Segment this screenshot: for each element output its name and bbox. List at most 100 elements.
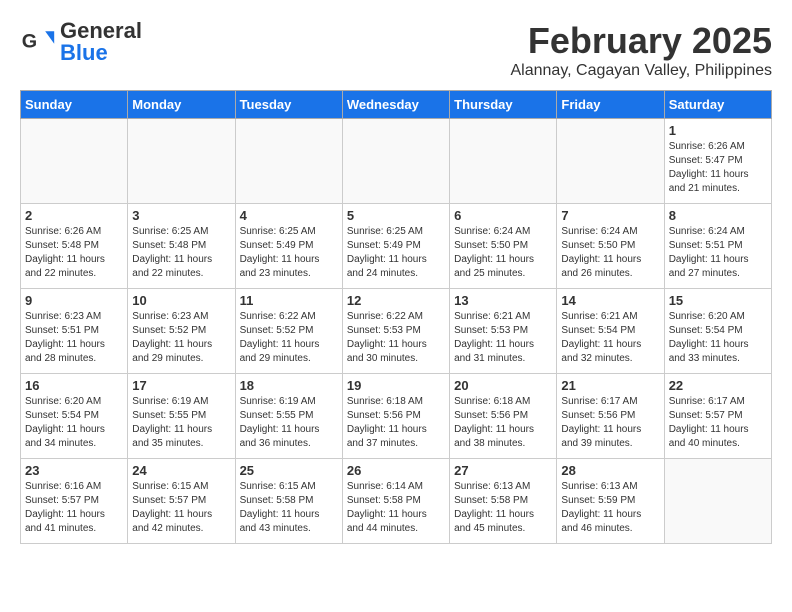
logo-icon: G: [20, 24, 56, 60]
calendar-day-cell: 7 Sunrise: 6:24 AMSunset: 5:50 PMDaylight…: [557, 204, 664, 289]
day-detail: Sunrise: 6:17 AMSunset: 5:56 PMDaylight:…: [561, 395, 659, 451]
day-number: 21: [561, 378, 659, 393]
calendar-day-cell: 25 Sunrise: 6:15 AMSunset: 5:58 PMDayligh…: [235, 459, 342, 544]
calendar-day-cell: [342, 119, 449, 204]
calendar-header-row: SundayMondayTuesdayWednesdayThursdayFrid…: [21, 91, 772, 119]
calendar-day-cell: 22 Sunrise: 6:17 AMSunset: 5:57 PMDayligh…: [664, 374, 771, 459]
calendar-day-cell: 11 Sunrise: 6:22 AMSunset: 5:52 PMDayligh…: [235, 289, 342, 374]
calendar-day-cell: 14Sunrise: 6:21 AMSunset: 5:54 PMDayligh…: [557, 289, 664, 374]
day-detail: Sunrise: 6:13 AMSunset: 5:59 PMDaylight:…: [561, 480, 659, 536]
day-detail: Sunrise: 6:21 AMSunset: 5:54 PMDaylight:…: [561, 310, 659, 366]
calendar-day-cell: [450, 119, 557, 204]
day-number: 4: [240, 208, 338, 223]
svg-text:G: G: [22, 30, 37, 52]
day-detail: Sunrise: 6:23 AMSunset: 5:52 PMDaylight:…: [132, 310, 230, 366]
day-detail: Sunrise: 6:14 AMSunset: 5:58 PMDaylight:…: [347, 480, 445, 536]
day-detail: Sunrise: 6:26 AMSunset: 5:48 PMDaylight:…: [25, 225, 123, 281]
day-detail: Sunrise: 6:25 AMSunset: 5:49 PMDaylight:…: [240, 225, 338, 281]
day-number: 11: [240, 293, 338, 308]
weekday-header-thursday: Thursday: [450, 91, 557, 119]
calendar-day-cell: 6 Sunrise: 6:24 AMSunset: 5:50 PMDaylight…: [450, 204, 557, 289]
calendar-day-cell: 19Sunrise: 6:18 AMSunset: 5:56 PMDayligh…: [342, 374, 449, 459]
calendar-day-cell: 4 Sunrise: 6:25 AMSunset: 5:49 PMDaylight…: [235, 204, 342, 289]
day-detail: Sunrise: 6:18 AMSunset: 5:56 PMDaylight:…: [347, 395, 445, 451]
location-title: Alannay, Cagayan Valley, Philippines: [511, 62, 773, 80]
weekday-header-sunday: Sunday: [21, 91, 128, 119]
day-number: 1: [669, 123, 767, 138]
calendar-day-cell: 8 Sunrise: 6:24 AMSunset: 5:51 PMDaylight…: [664, 204, 771, 289]
calendar-day-cell: 23Sunrise: 6:16 AMSunset: 5:57 PMDayligh…: [21, 459, 128, 544]
calendar-day-cell: 9 Sunrise: 6:23 AMSunset: 5:51 PMDaylight…: [21, 289, 128, 374]
day-number: 6: [454, 208, 552, 223]
calendar-week-row: 2 Sunrise: 6:26 AMSunset: 5:48 PMDaylight…: [21, 204, 772, 289]
calendar-week-row: 23Sunrise: 6:16 AMSunset: 5:57 PMDayligh…: [21, 459, 772, 544]
calendar-day-cell: 3 Sunrise: 6:25 AMSunset: 5:48 PMDaylight…: [128, 204, 235, 289]
calendar-day-cell: 26 Sunrise: 6:14 AMSunset: 5:58 PMDayligh…: [342, 459, 449, 544]
calendar-week-row: 9 Sunrise: 6:23 AMSunset: 5:51 PMDaylight…: [21, 289, 772, 374]
calendar-table: SundayMondayTuesdayWednesdayThursdayFrid…: [20, 90, 772, 544]
calendar-day-cell: 5Sunrise: 6:25 AMSunset: 5:49 PMDaylight…: [342, 204, 449, 289]
day-number: 27: [454, 463, 552, 478]
day-detail: Sunrise: 6:13 AMSunset: 5:58 PMDaylight:…: [454, 480, 552, 536]
day-number: 13: [454, 293, 552, 308]
day-number: 28: [561, 463, 659, 478]
calendar-day-cell: 1 Sunrise: 6:26 AMSunset: 5:47 PMDaylight…: [664, 119, 771, 204]
calendar-day-cell: 16 Sunrise: 6:20 AMSunset: 5:54 PMDayligh…: [21, 374, 128, 459]
day-number: 18: [240, 378, 338, 393]
day-detail: Sunrise: 6:15 AMSunset: 5:57 PMDaylight:…: [132, 480, 230, 536]
weekday-header-wednesday: Wednesday: [342, 91, 449, 119]
day-number: 3: [132, 208, 230, 223]
title-block: February 2025 Alannay, Cagayan Valley, P…: [511, 20, 773, 80]
day-number: 22: [669, 378, 767, 393]
day-detail: Sunrise: 6:18 AMSunset: 5:56 PMDaylight:…: [454, 395, 552, 451]
day-number: 24: [132, 463, 230, 478]
calendar-day-cell: 18Sunrise: 6:19 AMSunset: 5:55 PMDayligh…: [235, 374, 342, 459]
calendar-week-row: 1 Sunrise: 6:26 AMSunset: 5:47 PMDaylight…: [21, 119, 772, 204]
day-number: 8: [669, 208, 767, 223]
weekday-header-tuesday: Tuesday: [235, 91, 342, 119]
day-detail: Sunrise: 6:24 AMSunset: 5:50 PMDaylight:…: [454, 225, 552, 281]
day-detail: Sunrise: 6:15 AMSunset: 5:58 PMDaylight:…: [240, 480, 338, 536]
calendar-day-cell: 28 Sunrise: 6:13 AMSunset: 5:59 PMDayligh…: [557, 459, 664, 544]
day-number: 26: [347, 463, 445, 478]
calendar-day-cell: 27 Sunrise: 6:13 AMSunset: 5:58 PMDayligh…: [450, 459, 557, 544]
weekday-header-monday: Monday: [128, 91, 235, 119]
calendar-day-cell: 13 Sunrise: 6:21 AMSunset: 5:53 PMDayligh…: [450, 289, 557, 374]
month-title: February 2025: [511, 20, 773, 62]
day-number: 16: [25, 378, 123, 393]
day-number: 15: [669, 293, 767, 308]
day-number: 12: [347, 293, 445, 308]
day-detail: Sunrise: 6:21 AMSunset: 5:53 PMDaylight:…: [454, 310, 552, 366]
day-detail: Sunrise: 6:23 AMSunset: 5:51 PMDaylight:…: [25, 310, 123, 366]
day-number: 9: [25, 293, 123, 308]
calendar-day-cell: [664, 459, 771, 544]
calendar-day-cell: 2 Sunrise: 6:26 AMSunset: 5:48 PMDaylight…: [21, 204, 128, 289]
logo: G General Blue: [20, 20, 142, 64]
weekday-header-saturday: Saturday: [664, 91, 771, 119]
calendar-day-cell: 21 Sunrise: 6:17 AMSunset: 5:56 PMDayligh…: [557, 374, 664, 459]
calendar-day-cell: [21, 119, 128, 204]
day-number: 2: [25, 208, 123, 223]
day-detail: Sunrise: 6:16 AMSunset: 5:57 PMDaylight:…: [25, 480, 123, 536]
day-detail: Sunrise: 6:20 AMSunset: 5:54 PMDaylight:…: [25, 395, 123, 451]
calendar-day-cell: 20Sunrise: 6:18 AMSunset: 5:56 PMDayligh…: [450, 374, 557, 459]
day-number: 10: [132, 293, 230, 308]
day-detail: Sunrise: 6:22 AMSunset: 5:53 PMDaylight:…: [347, 310, 445, 366]
day-number: 7: [561, 208, 659, 223]
day-number: 25: [240, 463, 338, 478]
day-detail: Sunrise: 6:22 AMSunset: 5:52 PMDaylight:…: [240, 310, 338, 366]
day-detail: Sunrise: 6:20 AMSunset: 5:54 PMDaylight:…: [669, 310, 767, 366]
day-detail: Sunrise: 6:26 AMSunset: 5:47 PMDaylight:…: [669, 140, 767, 196]
calendar-day-cell: 17 Sunrise: 6:19 AMSunset: 5:55 PMDayligh…: [128, 374, 235, 459]
calendar-day-cell: 10 Sunrise: 6:23 AMSunset: 5:52 PMDayligh…: [128, 289, 235, 374]
day-detail: Sunrise: 6:24 AMSunset: 5:51 PMDaylight:…: [669, 225, 767, 281]
day-detail: Sunrise: 6:25 AMSunset: 5:49 PMDaylight:…: [347, 225, 445, 281]
day-detail: Sunrise: 6:24 AMSunset: 5:50 PMDaylight:…: [561, 225, 659, 281]
day-number: 17: [132, 378, 230, 393]
day-detail: Sunrise: 6:25 AMSunset: 5:48 PMDaylight:…: [132, 225, 230, 281]
calendar-day-cell: 24 Sunrise: 6:15 AMSunset: 5:57 PMDayligh…: [128, 459, 235, 544]
day-detail: Sunrise: 6:17 AMSunset: 5:57 PMDaylight:…: [669, 395, 767, 451]
weekday-header-friday: Friday: [557, 91, 664, 119]
day-detail: Sunrise: 6:19 AMSunset: 5:55 PMDaylight:…: [132, 395, 230, 451]
calendar-day-cell: [235, 119, 342, 204]
